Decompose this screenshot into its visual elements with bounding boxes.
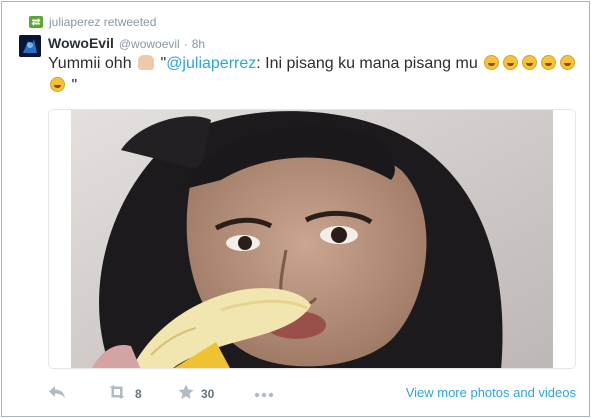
laughing-emoji-icon [484, 55, 500, 70]
retweet-count: 8 [135, 387, 142, 401]
author-name[interactable]: WowoEvil [48, 35, 114, 51]
retweet-button[interactable]: 8 [106, 382, 142, 406]
laughing-emoji-icon [503, 55, 519, 70]
retweet-label[interactable]: juliaperez retweeted [49, 15, 156, 29]
retweet-icon [29, 16, 43, 28]
tweet-text-start: Yummii ohh [48, 55, 132, 72]
tweet-timestamp[interactable]: 8h [192, 37, 205, 51]
star-icon [178, 384, 194, 405]
laughing-emoji-icon [50, 77, 65, 92]
laughing-emoji-icon [522, 55, 538, 70]
quote-close: " [71, 77, 78, 94]
more-button[interactable] [254, 382, 274, 406]
tweet-card[interactable]: juliaperez retweeted WowoEvil @wowoevil … [1, 1, 590, 417]
tweet-actions: 8 30 View more photos and videos [48, 382, 578, 406]
mention-link[interactable]: @juliaperrez [166, 55, 256, 72]
more-dots-icon [254, 385, 274, 403]
laughing-emoji-icon [560, 55, 576, 70]
tweet-photo[interactable] [71, 110, 553, 368]
reply-button[interactable] [48, 382, 66, 406]
retweet-action-icon [106, 384, 128, 404]
avatar[interactable] [19, 35, 41, 57]
author-handle[interactable]: @wowoevil [119, 37, 180, 51]
media-container[interactable] [48, 109, 576, 369]
tweet-text: Yummii ohh " @juliaperrez: Ini pisang ku … [48, 53, 578, 97]
retweet-context: juliaperez retweeted [29, 14, 156, 30]
raised-hands-emoji-icon [138, 55, 155, 70]
reply-icon [48, 385, 66, 404]
tweet-header: WowoEvil @wowoevil · 8h [48, 35, 205, 51]
laughing-emoji-icon [541, 55, 557, 70]
tweet-text-rest: : Ini pisang ku mana pisang mu [256, 55, 478, 72]
favorite-count: 30 [201, 387, 215, 401]
favorite-button[interactable]: 30 [178, 382, 214, 406]
view-more-photos-link[interactable]: View more photos and videos [406, 385, 576, 400]
separator: · [183, 37, 188, 51]
